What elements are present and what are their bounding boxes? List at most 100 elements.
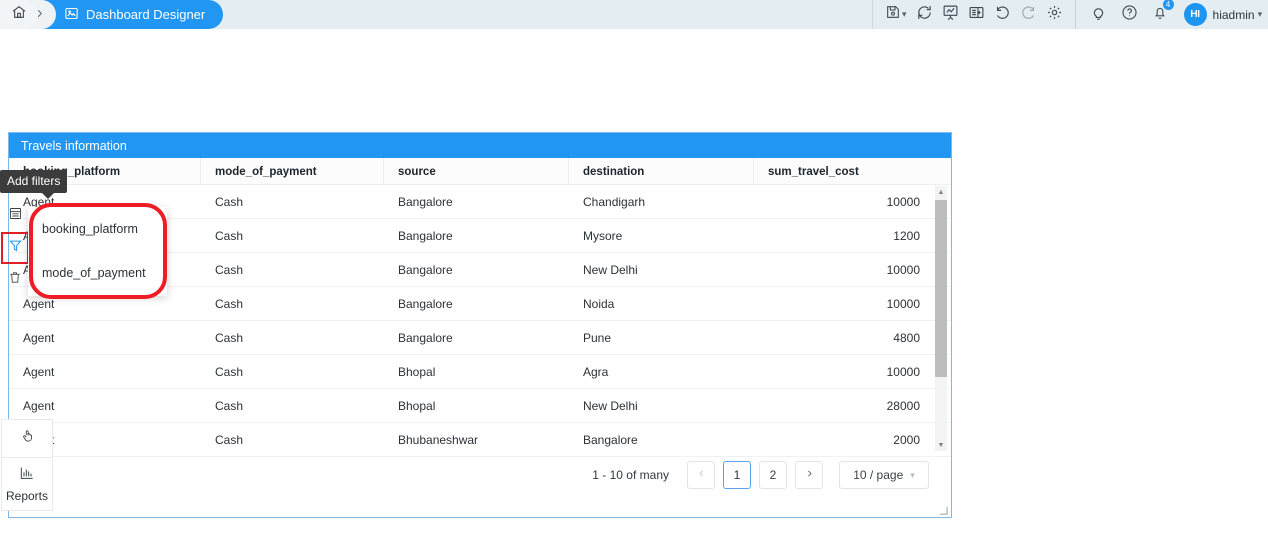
cell-booking-platform: Agent [23, 364, 55, 379]
filter-icon [8, 238, 23, 258]
cell-destination: Pune [583, 330, 612, 345]
cell-destination: Chandigarh [583, 194, 646, 209]
cell-source: Bhopal [398, 364, 436, 379]
cell-destination: Agra [583, 364, 609, 379]
pagination-next-button[interactable] [795, 461, 823, 489]
avatar: HI [1183, 3, 1207, 26]
cell-destination: Noida [583, 296, 615, 311]
trash-icon [8, 270, 22, 290]
column-header-destination[interactable]: destination [569, 158, 754, 185]
refresh-button[interactable] [916, 4, 933, 26]
widget-title: Travels information [9, 133, 951, 158]
table-view-button[interactable] [1, 200, 29, 232]
top-bar: Dashboard Designer ▾ 4 HI hiadmin ▾ [0, 0, 1268, 29]
pagination-page-2[interactable]: 2 [759, 461, 787, 489]
cell-mode-of-payment: Cash [215, 398, 244, 413]
cell-booking-platform: Agent [23, 398, 55, 413]
cell-mode-of-payment: Cash [215, 432, 244, 447]
undo-button[interactable] [994, 4, 1011, 26]
topbar-empty-region [213, 0, 873, 29]
bar-chart-icon [19, 465, 35, 486]
cell-source: Bangalore [398, 330, 453, 345]
cell-destination: New Delhi [583, 398, 638, 413]
presentation-icon [942, 4, 959, 26]
panel-layout-button[interactable] [968, 4, 985, 26]
widget-resize-handle[interactable] [939, 506, 948, 515]
redo-icon [1020, 4, 1037, 26]
editor-tool-group: ▾ [873, 0, 1076, 29]
help-button[interactable] [1121, 4, 1138, 26]
user-name-label: hiadmin [1212, 7, 1255, 22]
table-view-icon [8, 206, 23, 226]
table-row[interactable]: Agent Cash Bhopal New Delhi 28000 [9, 389, 951, 423]
delete-button[interactable] [1, 264, 29, 296]
table-row[interactable]: AgentCashBhubaneshwarBangalore2000 [9, 423, 951, 457]
chevron-down-icon: ▾ [1257, 9, 1263, 19]
cell-mode-of-payment: Cash [215, 296, 244, 311]
cell-sum-travel-cost: 28000 [886, 398, 920, 413]
filter-field-menu: booking_platform mode_of_payment [28, 207, 167, 296]
cell-mode-of-payment: Cash [215, 330, 244, 345]
chevron-down-icon: ▾ [910, 469, 915, 480]
pagination: 1 - 10 of many 1 2 10 / page ▾ [9, 458, 951, 492]
add-filters-button[interactable] [1, 232, 29, 264]
filter-menu-item-booking-platform[interactable]: booking_platform [28, 207, 167, 251]
table-vertical-scrollbar[interactable]: ▲ ▼ [935, 186, 947, 451]
pointer-tool-button[interactable] [2, 420, 52, 458]
cell-sum-travel-cost: 10000 [886, 262, 920, 277]
column-header-mode-of-payment[interactable]: mode_of_payment [201, 158, 384, 185]
notifications-button[interactable]: 4 [1152, 0, 1174, 26]
cell-source: Bhubaneshwar [398, 432, 479, 447]
breadcrumb-active-label: Dashboard Designer [86, 7, 206, 22]
chevron-down-icon: ▾ [902, 9, 907, 19]
cell-destination: Bangalore [583, 432, 638, 447]
table-header-row: booking_platform mode_of_payment source … [9, 158, 951, 185]
gear-icon [1046, 4, 1063, 26]
column-header-source[interactable]: source [384, 158, 569, 185]
cell-sum-travel-cost: 4800 [893, 330, 920, 345]
cell-destination: New Delhi [583, 262, 638, 277]
page-size-select[interactable]: 10 / page ▾ [839, 461, 929, 489]
pagination-page-1[interactable]: 1 [723, 461, 751, 489]
cell-source: Bangalore [398, 296, 453, 311]
scroll-up-arrow-icon[interactable]: ▲ [935, 186, 947, 198]
travels-information-widget: Travels information booking_platform mod… [8, 132, 952, 518]
pointer-hand-icon [20, 428, 35, 449]
cell-sum-travel-cost: 10000 [886, 364, 920, 379]
reports-button[interactable]: Reports [2, 458, 52, 510]
cell-source: Bangalore [398, 194, 453, 209]
save-button[interactable]: ▾ [885, 4, 907, 25]
cell-sum-travel-cost: 2000 [893, 432, 920, 447]
presentation-button[interactable] [942, 4, 959, 26]
cell-source: Bangalore [398, 262, 453, 277]
column-header-sum-travel-cost[interactable]: sum_travel_cost [754, 158, 936, 185]
cell-source: Bangalore [398, 228, 453, 243]
settings-button[interactable] [1046, 4, 1063, 26]
cell-sum-travel-cost: 10000 [886, 296, 920, 311]
account-tool-group: 4 HI hiadmin ▾ [1076, 0, 1263, 29]
table-row[interactable]: Agent Cash Bangalore Pune 4800 [9, 321, 951, 355]
cell-mode-of-payment: Cash [215, 228, 244, 243]
user-menu[interactable]: HI hiadmin ▾ [1183, 3, 1263, 26]
chevron-left-icon [697, 468, 706, 482]
cell-destination: Mysore [583, 228, 623, 243]
table-row[interactable]: Agent Cash Bhopal Agra 10000 [9, 355, 951, 389]
panel-layout-icon [968, 4, 985, 26]
help-icon [1121, 4, 1138, 26]
page-size-label: 10 / page [853, 468, 904, 482]
cell-source: Bhopal [398, 398, 436, 413]
breadcrumb-item-dashboard-designer[interactable]: Dashboard Designer [38, 0, 224, 29]
cell-sum-travel-cost: 1200 [893, 228, 920, 243]
pagination-prev-button[interactable] [687, 461, 715, 489]
cell-mode-of-payment: Cash [215, 194, 244, 209]
tips-button[interactable] [1090, 4, 1107, 26]
scroll-down-arrow-icon[interactable]: ▼ [935, 439, 947, 451]
scrollbar-thumb[interactable] [935, 200, 947, 377]
reports-panel: Reports [1, 419, 53, 511]
breadcrumb-home-button[interactable] [0, 0, 38, 29]
filter-menu-item-mode-of-payment[interactable]: mode_of_payment [28, 251, 167, 295]
reports-label: Reports [5, 489, 49, 503]
save-icon [885, 4, 901, 25]
chevron-right-icon [805, 468, 814, 482]
redo-button[interactable] [1020, 4, 1037, 26]
